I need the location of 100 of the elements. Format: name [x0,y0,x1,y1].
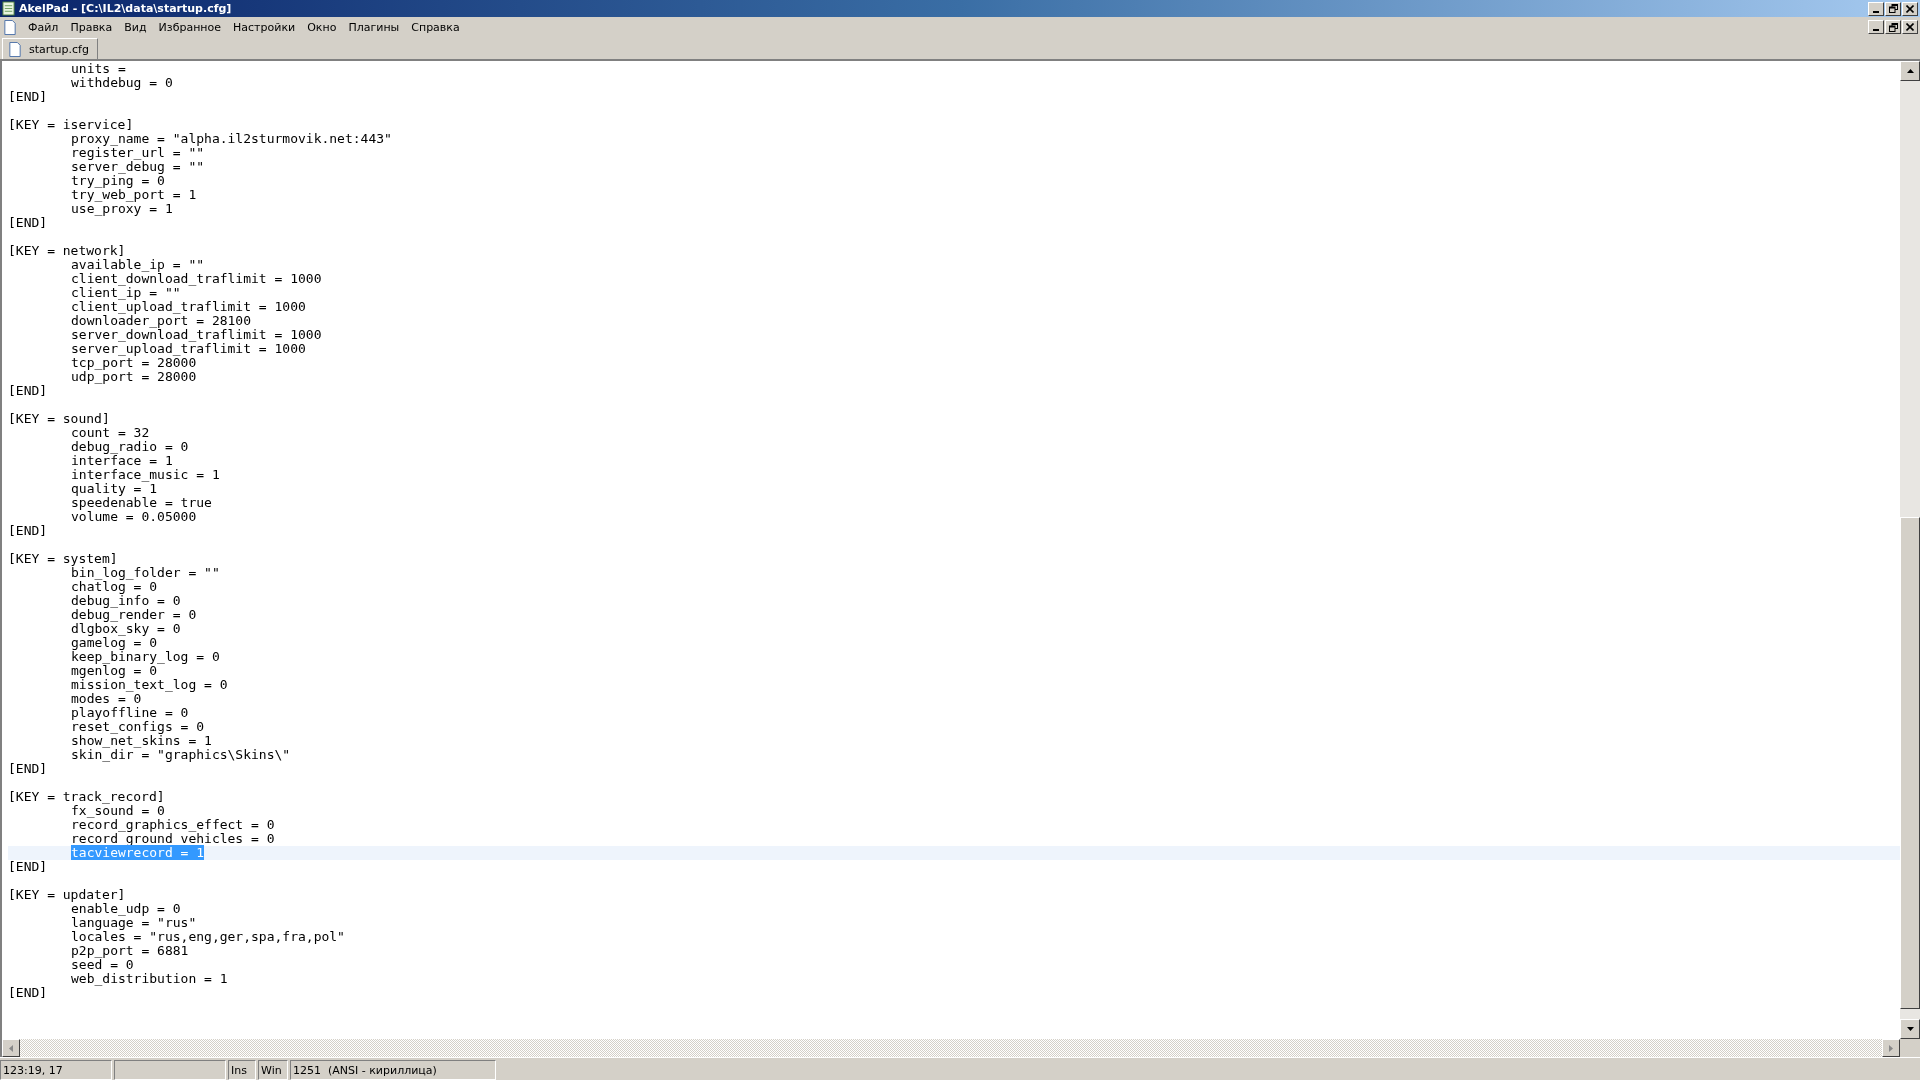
insert-mode: Ins [228,1060,256,1080]
code-line: register_url = "" [71,145,205,160]
restore-button[interactable] [1885,1,1901,16]
left-arrow-icon [9,1044,13,1052]
scroll-right-button[interactable] [1882,1039,1900,1057]
close-icon [1906,23,1914,31]
document-icon [9,41,21,57]
scroll-thumb[interactable] [1900,517,1920,1009]
code-line: language = "rus" [71,915,197,930]
code-line: mission_text_log = 0 [71,677,228,692]
menu-item[interactable]: Окно [301,20,343,34]
code-line: client_upload_traflimit = 1000 [71,299,306,314]
menu-item[interactable]: Избранное [152,20,228,34]
code-line: [KEY = updater] [8,887,126,902]
document-icon [4,19,16,35]
encoding: 1251 (ANSI - кириллица) [290,1060,496,1080]
code-line: downloader_port = 28100 [71,313,251,328]
code-line: show_net_skins = 1 [71,733,212,748]
code-line: client_ip = "" [71,285,181,300]
code-line: playoffline = 0 [71,705,189,720]
code-line: p2p_port = 6881 [71,943,189,958]
code-line: use_proxy = 1 [71,201,173,216]
code-line: try_web_port = 1 [71,187,197,202]
code-line: fx_sound = 0 [71,803,165,818]
code-line: count = 32 [71,425,150,440]
code-line: server_debug = "" [71,159,205,174]
code-line: [END] [8,215,48,230]
code-line: keep_binary_log = 0 [71,649,220,664]
cursor-position: 123:19, 17 [0,1060,112,1080]
code-line: server_upload_traflimit = 1000 [71,341,306,356]
code-line: quality = 1 [71,481,158,496]
code-line: mgenlog = 0 [71,663,158,678]
minimize-icon [1873,29,1879,31]
right-arrow-icon [1889,1044,1893,1052]
code-line: [END] [8,761,48,776]
code-line: debug_info = 0 [71,593,181,608]
menu-item[interactable]: Правка [64,20,119,34]
code-line: [KEY = system] [8,551,118,566]
restore-icon [1888,4,1898,13]
menu-item[interactable]: Вид [118,20,153,34]
code-line: skin_dir = "graphics\Skins\" [71,747,291,762]
code-line: [KEY = track_record] [8,789,165,804]
code-line: seed = 0 [71,957,134,972]
code-line: udp_port = 28000 [71,369,197,384]
code-line: interface_music = 1 [71,467,220,482]
code-line: withdebug = 0 [71,75,173,90]
line-endings: Win [258,1060,288,1080]
code-line: proxy_name = "alpha.il2sturmovik.net:443" [71,131,392,146]
code-line: dlgbox_sky = 0 [71,621,181,636]
code-line: units = [71,61,126,76]
down-arrow-icon [1906,1027,1914,1031]
code-line: volume = 0.05000 [71,509,197,524]
code-line: [KEY = iservice] [8,117,134,132]
scroll-up-button[interactable] [1900,61,1920,81]
code-line: [END] [8,89,48,104]
menu-item[interactable]: Плагины [342,20,406,34]
code-line: debug_render = 0 [71,607,197,622]
minimize-button[interactable] [1868,20,1884,34]
menu-item[interactable]: Настройки [227,20,302,34]
close-button[interactable] [1902,20,1918,34]
code-line: [END] [8,985,48,1000]
code-line: reset_configs = 0 [71,719,205,734]
code-line: available_ip = "" [71,257,205,272]
code-line: gamelog = 0 [71,635,158,650]
code-line: try_ping = 0 [71,173,165,188]
restore-button[interactable] [1885,20,1901,34]
up-arrow-icon [1906,69,1914,73]
code-line: [KEY = network] [8,243,126,258]
code-line: modes = 0 [71,691,142,706]
close-button[interactable] [1902,1,1918,16]
tab-label: startup.cfg [29,42,89,56]
restore-icon [1888,22,1898,32]
close-icon [1906,4,1914,13]
code-line: [END] [8,383,48,398]
code-line: enable_udp = 0 [71,901,181,916]
menu-item[interactable]: Справка [405,20,466,34]
code-line: speedenable = true [71,495,212,510]
code-line: web_distribution = 1 [71,971,228,986]
code-line: [END] [8,859,48,874]
code-line: locales = "rus,eng,ger,spa,fra,pol" [71,929,345,944]
code-line: tcp_port = 28000 [71,355,197,370]
code-line: chatlog = 0 [71,579,158,594]
code-line: interface = 1 [71,453,173,468]
scroll-down-button[interactable] [1900,1019,1920,1039]
vertical-scrollbar[interactable] [1900,61,1920,1039]
notepad-icon [2,1,15,16]
code-line: [KEY = sound] [8,411,110,426]
code-line: server_download_traflimit = 1000 [71,327,322,342]
menu-item[interactable]: Файл [22,20,65,34]
code-line: debug_radio = 0 [71,439,189,454]
file-tab[interactable]: startup.cfg [2,38,98,59]
window-title: AkelPad - [C:\IL2\data\startup.cfg] [19,2,232,15]
minimize-icon [1873,10,1879,13]
minimize-button[interactable] [1868,1,1884,16]
code-line: bin_log_folder = "" [71,565,220,580]
scroll-left-button[interactable] [2,1039,20,1057]
code-line: record_ground_vehicles = 0 [71,831,275,846]
code-line: [END] [8,523,48,538]
code-line: client_download_traflimit = 1000 [71,271,322,286]
code-line: record_graphics_effect = 0 [71,817,275,832]
